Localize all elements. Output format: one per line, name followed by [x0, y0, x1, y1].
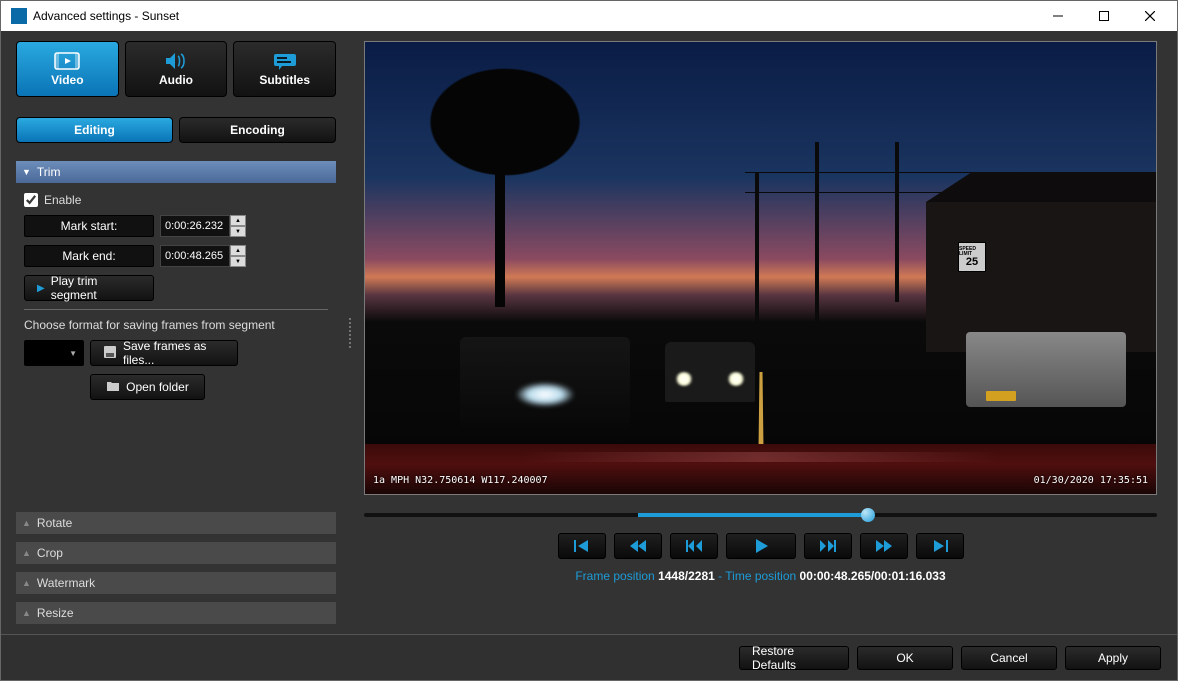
- section-rotate-header[interactable]: ▲ Rotate: [16, 512, 336, 534]
- video-preview[interactable]: SPEED LIMIT25 1a MPH N32.750614 W117.240…: [364, 41, 1157, 495]
- save-frames-label: Save frames as files...: [123, 339, 225, 367]
- trim-enable-checkbox[interactable]: [24, 193, 38, 207]
- trim-enable-label: Enable: [44, 193, 81, 207]
- chevron-down-icon: ▼: [69, 349, 77, 358]
- section-rotate-label: Rotate: [37, 516, 72, 530]
- panel-grip[interactable]: [346, 31, 354, 634]
- time-position-label: Time position: [725, 569, 796, 583]
- tab-audio[interactable]: Audio: [125, 41, 228, 97]
- spinner-down-icon[interactable]: ▼: [230, 256, 246, 267]
- spinner-up-icon[interactable]: ▲: [230, 245, 246, 256]
- timeline[interactable]: [364, 509, 1157, 521]
- timeline-handle[interactable]: [861, 508, 875, 522]
- left-panel: Video Audio Subtitles Editing Encoding: [1, 31, 346, 634]
- footer: Restore Defaults OK Cancel Apply: [1, 634, 1177, 680]
- chevron-up-icon: ▲: [22, 608, 31, 618]
- goto-end-button[interactable]: [916, 533, 964, 559]
- play-icon: ▶: [37, 283, 45, 294]
- preview-panel: SPEED LIMIT25 1a MPH N32.750614 W117.240…: [354, 31, 1177, 634]
- time-position-value: 00:00:48.265/00:01:16.033: [800, 569, 946, 583]
- play-trim-label: Play trim segment: [51, 274, 141, 302]
- ok-button[interactable]: OK: [857, 646, 953, 670]
- goto-start-button[interactable]: [558, 533, 606, 559]
- tab-subtitles[interactable]: Subtitles: [233, 41, 336, 97]
- mark-end-button[interactable]: Mark end:: [24, 245, 154, 267]
- play-trim-segment-button[interactable]: ▶ Play trim segment: [24, 275, 154, 301]
- app-window: Advanced settings - Sunset Video Audio: [0, 0, 1178, 681]
- tab-video[interactable]: Video: [16, 41, 119, 97]
- app-icon: [11, 8, 27, 24]
- spinner-up-icon[interactable]: ▲: [230, 215, 246, 226]
- frame-format-select[interactable]: ▼: [24, 340, 84, 366]
- section-watermark-label: Watermark: [37, 576, 95, 590]
- titlebar: Advanced settings - Sunset: [1, 1, 1177, 31]
- window-title: Advanced settings - Sunset: [33, 9, 1035, 23]
- frame-position-value: 1448/2281: [658, 569, 715, 583]
- section-watermark-header[interactable]: ▲ Watermark: [16, 572, 336, 594]
- section-crop-header[interactable]: ▲ Crop: [16, 542, 336, 564]
- play-button[interactable]: [726, 533, 796, 559]
- subtab-editing[interactable]: Editing: [16, 117, 173, 143]
- section-trim-header[interactable]: ▼ Trim: [16, 161, 336, 183]
- section-resize-label: Resize: [37, 606, 74, 620]
- mark-start-input[interactable]: [160, 215, 230, 237]
- chevron-up-icon: ▲: [22, 578, 31, 588]
- position-info: Frame position 1448/2281 - Time position…: [364, 569, 1157, 583]
- subtitles-icon: [272, 51, 298, 71]
- choose-format-label: Choose format for saving frames from seg…: [24, 318, 328, 332]
- next-frame-button[interactable]: [804, 533, 852, 559]
- chevron-down-icon: ▼: [22, 167, 31, 177]
- maximize-button[interactable]: [1081, 1, 1127, 31]
- frame-position-label: Frame position: [575, 569, 654, 583]
- restore-defaults-button[interactable]: Restore Defaults: [739, 646, 849, 670]
- apply-button[interactable]: Apply: [1065, 646, 1161, 670]
- video-icon: [54, 51, 80, 71]
- tab-video-label: Video: [51, 73, 83, 87]
- speed-limit-sign: SPEED LIMIT25: [958, 242, 986, 272]
- client-area: Video Audio Subtitles Editing Encoding: [1, 31, 1177, 680]
- preview-overlay-left: 1a MPH N32.750614 W117.240007: [373, 475, 548, 486]
- open-folder-label: Open folder: [126, 380, 189, 394]
- save-icon: [103, 345, 117, 362]
- tab-audio-label: Audio: [159, 73, 193, 87]
- rewind-button[interactable]: [614, 533, 662, 559]
- preview-overlay-right: 01/30/2020 17:35:51: [1034, 475, 1148, 486]
- save-frames-button[interactable]: Save frames as files...: [90, 340, 238, 366]
- fast-forward-button[interactable]: [860, 533, 908, 559]
- prev-frame-button[interactable]: [670, 533, 718, 559]
- chevron-up-icon: ▲: [22, 548, 31, 558]
- subtab-encoding[interactable]: Encoding: [179, 117, 336, 143]
- audio-icon: [163, 51, 189, 71]
- close-button[interactable]: [1127, 1, 1173, 31]
- spinner-down-icon[interactable]: ▼: [230, 226, 246, 237]
- section-resize-header[interactable]: ▲ Resize: [16, 602, 336, 624]
- section-trim-label: Trim: [37, 165, 61, 179]
- open-folder-button[interactable]: Open folder: [90, 374, 205, 400]
- mark-end-spinner[interactable]: ▲▼: [230, 245, 246, 267]
- tab-subtitles-label: Subtitles: [259, 73, 310, 87]
- cancel-button[interactable]: Cancel: [961, 646, 1057, 670]
- section-crop-label: Crop: [37, 546, 63, 560]
- folder-icon: [106, 380, 120, 395]
- mark-end-input[interactable]: [160, 245, 230, 267]
- minimize-button[interactable]: [1035, 1, 1081, 31]
- mark-start-button[interactable]: Mark start:: [24, 215, 154, 237]
- mark-start-spinner[interactable]: ▲▼: [230, 215, 246, 237]
- section-trim-body: Enable Mark start: ▲▼ Mark end:: [16, 183, 336, 410]
- chevron-up-icon: ▲: [22, 518, 31, 528]
